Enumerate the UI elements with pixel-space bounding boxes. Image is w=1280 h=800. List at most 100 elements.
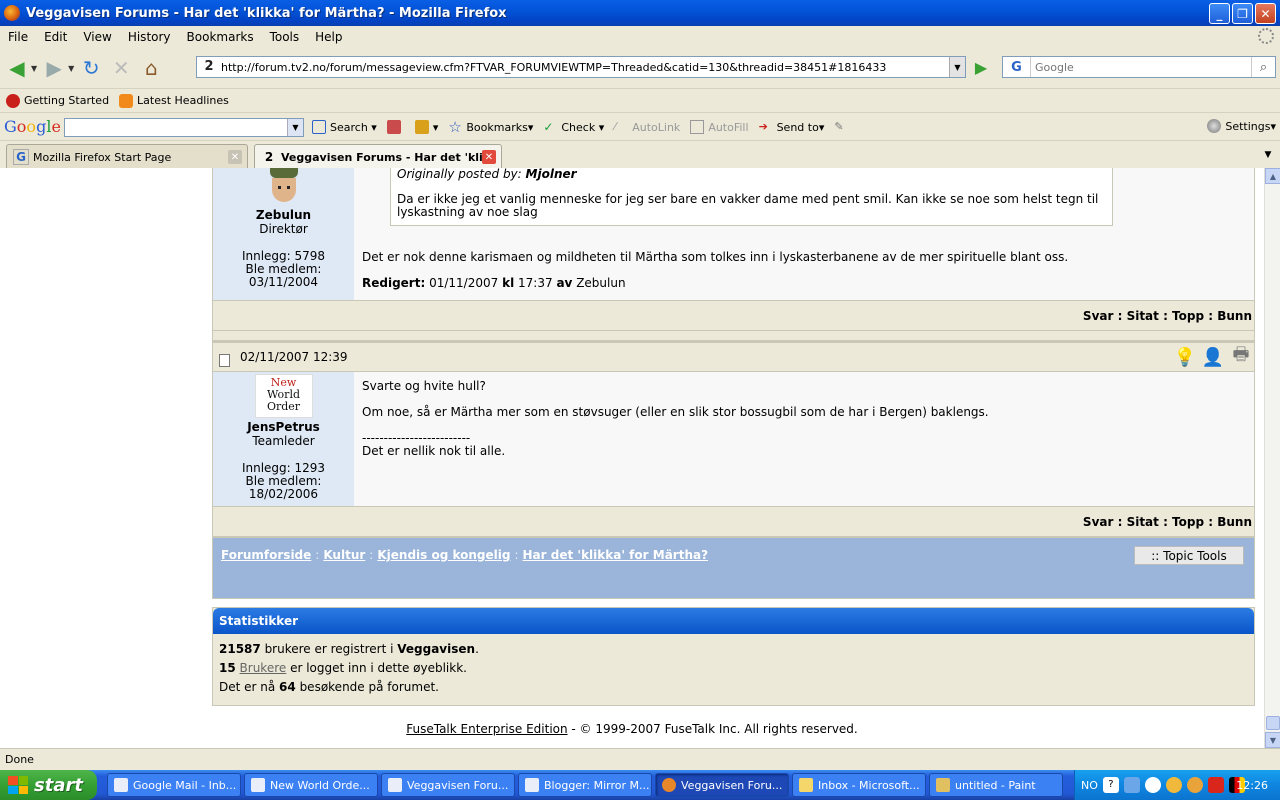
back-arrow-icon[interactable]: ◀ [4, 55, 30, 81]
news-button[interactable] [386, 120, 405, 134]
antivirus-icon[interactable] [1207, 777, 1224, 793]
online-users-link[interactable]: Brukere [240, 661, 287, 675]
forward-history-dropdown-icon[interactable]: ▼ [68, 64, 74, 73]
highlighter-button[interactable]: ✎ [834, 120, 852, 134]
tab-veggavisen[interactable]: 2 Veggavisen Forums - Har det 'kli... ✕ [254, 144, 502, 169]
magnifier-icon[interactable]: ⌕ [1251, 57, 1275, 77]
message-text: Svarte og hvite hull? [362, 379, 486, 393]
reload-icon[interactable]: ↻ [78, 55, 104, 81]
scroll-down-icon[interactable]: ▼ [1265, 732, 1280, 748]
breadcrumb-kultur[interactable]: Kultur [323, 548, 365, 562]
menu-view[interactable]: View [75, 30, 119, 44]
task-veggavisen-firefox[interactable]: Veggavisen Foru... [655, 773, 789, 797]
breadcrumb-kjendis[interactable]: Kjendis og kongelig [377, 548, 510, 562]
globe-icon[interactable] [1186, 777, 1203, 793]
forum-thread: Zebulun Direktør Innlegg: 5798 Ble medle… [212, 168, 1255, 706]
menu-edit[interactable]: Edit [36, 30, 75, 44]
google-settings-button[interactable]: Settings ▾ [1207, 119, 1276, 133]
autofill-button[interactable]: AutoFill [690, 120, 749, 134]
close-button[interactable]: ✕ [1255, 3, 1276, 24]
google-search-field[interactable]: ▼ [64, 118, 304, 137]
close-tab-icon[interactable]: ✕ [228, 150, 242, 164]
bottom-link[interactable]: Bunn [1217, 515, 1252, 529]
top-link[interactable]: Topp [1172, 515, 1204, 529]
popup-blocker-button[interactable]: ▾ [414, 120, 438, 134]
scroll-thumb[interactable] [1266, 716, 1280, 730]
menu-help[interactable]: Help [307, 30, 350, 44]
reply-link[interactable]: Svar [1083, 515, 1113, 529]
scroll-up-icon[interactable]: ▲ [1265, 168, 1280, 184]
tab-bar: G Mozilla Firefox Start Page ✕ 2 Veggavi… [0, 140, 1280, 169]
search-engine-icon[interactable]: G [1003, 57, 1031, 77]
breadcrumb: Forumforside: Kultur: Kjendis og kongelig:… [212, 537, 1255, 599]
post-tools: 💡 👤 🖶 [1174, 344, 1252, 369]
lightbulb-icon[interactable]: 💡 [1174, 345, 1196, 369]
vertical-scrollbar[interactable]: ▲ ▼ [1264, 168, 1280, 748]
google-search-button[interactable]: Search ▾ [312, 120, 377, 134]
autolink-button[interactable]: ⁄ AutoLink [614, 120, 680, 134]
fusetalk-link[interactable]: FuseTalk Enterprise Edition [406, 722, 567, 736]
back-arrow-tray-icon[interactable] [1144, 777, 1161, 793]
menu-bookmarks[interactable]: Bookmarks [179, 30, 262, 44]
send-to-button[interactable]: ➔ Send to ▾ [759, 120, 825, 134]
search-box[interactable]: G ⌕ [1002, 56, 1276, 78]
messenger-icon[interactable] [1165, 777, 1182, 793]
task-google-mail[interactable]: Google Mail - Inb... [107, 773, 241, 797]
tab-label: Veggavisen Forums - Har det 'kli... [281, 150, 496, 164]
topic-tools-button[interactable]: :: Topic Tools [1134, 546, 1244, 565]
menu-history[interactable]: History [120, 30, 179, 44]
username[interactable]: JensPetrus [213, 420, 354, 434]
username[interactable]: Zebulun [213, 208, 354, 222]
search-input[interactable] [1031, 60, 1251, 74]
back-history-dropdown-icon[interactable]: ▼ [31, 64, 37, 73]
network-icon[interactable] [1123, 777, 1140, 793]
bookmark-latest-headlines[interactable]: Latest Headlines [119, 93, 229, 108]
tab-firefox-start[interactable]: G Mozilla Firefox Start Page ✕ [6, 144, 248, 169]
menu-tools[interactable]: Tools [262, 30, 308, 44]
url-text[interactable]: http://forum.tv2.no/forum/messageview.cf… [221, 61, 949, 74]
task-new-world-order[interactable]: New World Orde... [244, 773, 378, 797]
user-info-icon[interactable]: 👤 [1202, 345, 1224, 369]
bottom-link[interactable]: Bunn [1217, 309, 1252, 323]
member-since-date: 18/02/2006 [248, 487, 319, 501]
breadcrumb-forumforside[interactable]: Forumforside [221, 548, 311, 562]
quote-link[interactable]: Sitat [1127, 309, 1159, 323]
statistics-body: 21587 brukere er registrert i Veggavisen… [213, 634, 1254, 705]
minimize-button[interactable]: _ [1209, 3, 1230, 24]
url-dropdown-icon[interactable]: ▼ [949, 57, 965, 77]
start-button[interactable]: start [0, 770, 97, 800]
google-search-dropdown-icon[interactable]: ▼ [287, 119, 303, 136]
tab-list-dropdown-icon[interactable]: ▼ [1260, 147, 1276, 163]
quote-link[interactable]: Sitat [1127, 515, 1159, 529]
go-arrow-icon[interactable]: ▶ [970, 57, 992, 77]
signature-text: Det er nellik nok til alle. [362, 444, 506, 458]
task-paint[interactable]: untitled - Paint [929, 773, 1063, 797]
language-indicator[interactable]: NO [1081, 779, 1098, 792]
maximize-button[interactable]: ❐ [1232, 3, 1253, 24]
breadcrumb-thread[interactable]: Har det 'klikka' for Märtha? [523, 548, 709, 562]
tv2-favicon-icon: 2 [264, 150, 274, 164]
task-blogger[interactable]: Blogger: Mirror M... [518, 773, 652, 797]
window-controls: _ ❐ ✕ [1209, 3, 1276, 24]
top-link[interactable]: Topp [1172, 309, 1204, 323]
taskbar-buttons: Google Mail - Inb... New World Orde... V… [107, 773, 1063, 797]
forward-arrow-icon[interactable]: ▶ [41, 55, 67, 81]
google-logo[interactable]: Google [4, 117, 61, 136]
help-icon[interactable]: ? [1102, 777, 1119, 793]
printer-icon[interactable]: 🖶 [1230, 344, 1252, 369]
avatar[interactable]: New World Order [254, 374, 313, 418]
avatar[interactable] [266, 168, 302, 206]
close-tab-icon[interactable]: ✕ [482, 150, 496, 164]
home-icon[interactable]: ⌂ [138, 55, 164, 81]
stop-icon[interactable]: ✕ [108, 55, 134, 81]
bookmarks-star-button[interactable]: ☆ Bookmarks ▾ [448, 120, 533, 135]
task-outlook-inbox[interactable]: Inbox - Microsoft... [792, 773, 926, 797]
task-veggavisen-1[interactable]: Veggavisen Foru... [381, 773, 515, 797]
spellcheck-button[interactable]: ✓ Check ▾ [543, 120, 604, 134]
google-toolbar-tools: Search ▾ ▾ ☆ Bookmarks ▾ ✓ Check ▾ ⁄ AutoLin… [312, 113, 862, 141]
menu-bar: File Edit View History Bookmarks Tools H… [0, 26, 1280, 48]
menu-file[interactable]: File [0, 30, 36, 44]
reply-link[interactable]: Svar [1083, 309, 1113, 323]
url-bar[interactable]: 2 http://forum.tv2.no/forum/messageview.… [196, 56, 966, 78]
bookmark-getting-started[interactable]: Getting Started [6, 93, 109, 108]
